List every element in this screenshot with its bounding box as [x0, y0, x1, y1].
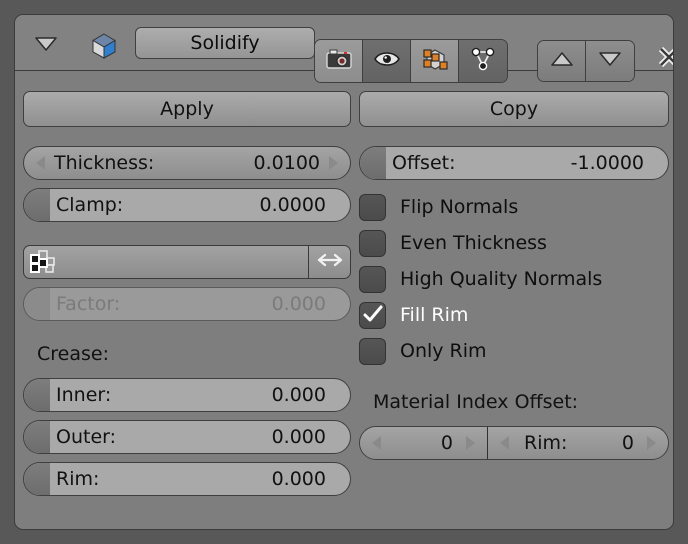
factor-label: Factor: — [56, 293, 120, 315]
material-rim-value: 0 — [622, 432, 634, 454]
left-column: Apply Thickness: 0.0100 Clamp: 0.0000 — [23, 71, 351, 496]
modifier-body: Apply Thickness: 0.0100 Clamp: 0.0000 — [15, 71, 673, 530]
material-index-offset-field[interactable]: 0 — [360, 427, 488, 459]
offset-slider-fill — [360, 147, 386, 179]
material-rim-label: Rim: — [524, 432, 567, 454]
vertex-group-field[interactable] — [23, 245, 309, 279]
modifier-panel: Solidify — [14, 14, 674, 530]
triangle-down-icon — [598, 50, 622, 72]
factor-value: 0.000 — [272, 293, 326, 315]
crease-outer-field[interactable]: Outer: 0.000 — [23, 420, 351, 454]
offset-value: -1.0000 — [571, 152, 644, 174]
flip-normals-row[interactable]: Flip Normals — [359, 189, 669, 225]
material-rim-offset-field[interactable]: Rim: 0 — [488, 427, 668, 459]
crease-inner-field[interactable]: Inner: 0.000 — [23, 378, 351, 412]
crease-inner-label: Inner: — [56, 384, 111, 406]
fill-rim-label: Fill Rim — [400, 304, 468, 326]
crease-outer-value: 0.000 — [272, 426, 326, 448]
thickness-label: Thickness: — [54, 152, 154, 174]
crease-rim-label: Rim: — [56, 468, 99, 490]
crease-rim-field[interactable]: Rim: 0.000 — [23, 462, 351, 496]
only-rim-row[interactable]: Only Rim — [359, 333, 669, 369]
factor-field: Factor: 0.000 — [23, 287, 351, 321]
copy-button[interactable]: Copy — [359, 91, 669, 127]
vertex-group-icon — [30, 250, 56, 274]
high-quality-normals-label: High Quality Normals — [400, 268, 602, 290]
crease-inner-slider-fill — [24, 379, 50, 411]
factor-slider-fill — [24, 288, 50, 320]
thickness-value: 0.0100 — [254, 152, 320, 174]
only-rim-label: Only Rim — [400, 340, 487, 362]
material-rim-increment-arrow[interactable] — [647, 436, 656, 450]
only-rim-checkbox[interactable] — [359, 338, 386, 365]
apply-button[interactable]: Apply — [23, 91, 351, 127]
clamp-label: Clamp: — [56, 194, 123, 216]
material-index-offset-label: Material Index Offset: — [359, 391, 669, 413]
material-index-increment-arrow[interactable] — [466, 436, 475, 450]
even-thickness-row[interactable]: Even Thickness — [359, 225, 669, 261]
modifier-header: Solidify — [15, 15, 673, 71]
clamp-slider-fill — [24, 189, 50, 221]
offset-field[interactable]: Offset: -1.0000 — [359, 146, 669, 180]
even-thickness-label: Even Thickness — [400, 232, 547, 254]
thickness-field[interactable]: Thickness: 0.0100 — [23, 146, 351, 180]
clamp-field[interactable]: Clamp: 0.0000 — [23, 188, 351, 222]
crease-rim-value: 0.000 — [272, 468, 326, 490]
thickness-decrement-arrow[interactable] — [36, 156, 45, 170]
triangle-up-icon — [550, 50, 574, 72]
modifier-name-text: Solidify — [190, 32, 259, 54]
crease-outer-slider-fill — [24, 421, 50, 453]
checkmark-icon — [362, 305, 384, 325]
left-right-arrow-icon — [317, 251, 343, 273]
modifier-name-field[interactable]: Solidify — [135, 27, 315, 59]
flip-normals-label: Flip Normals — [400, 196, 518, 218]
flip-normals-checkbox[interactable] — [359, 194, 386, 221]
modifier-cube-icon — [89, 31, 119, 61]
material-index-value: 0 — [441, 432, 453, 454]
material-index-offset-row: 0 Rim: 0 — [359, 426, 669, 460]
high-quality-normals-row[interactable]: High Quality Normals — [359, 261, 669, 297]
material-rim-decrement-arrow[interactable] — [500, 436, 509, 450]
clamp-value: 0.0000 — [260, 194, 326, 216]
offset-label: Offset: — [392, 152, 456, 174]
fill-rim-row[interactable]: Fill Rim — [359, 297, 669, 333]
eye-icon — [373, 49, 401, 73]
crease-rim-slider-fill — [24, 463, 50, 495]
material-index-decrement-arrow[interactable] — [372, 436, 381, 450]
panel-expand-icon[interactable] — [33, 33, 59, 53]
vertex-group-row — [23, 245, 351, 279]
crease-section-label: Crease: — [23, 343, 351, 365]
crease-inner-value: 0.000 — [272, 384, 326, 406]
checkbox-list: Flip Normals Even Thickness High Quality… — [359, 189, 669, 369]
vertex-group-invert-button[interactable] — [309, 245, 351, 279]
right-column: Copy Offset: -1.0000 Flip Normals Even T… — [359, 71, 669, 460]
even-thickness-checkbox[interactable] — [359, 230, 386, 257]
high-quality-normals-checkbox[interactable] — [359, 266, 386, 293]
fill-rim-checkbox[interactable] — [359, 302, 386, 329]
crease-outer-label: Outer: — [56, 426, 116, 448]
thickness-increment-arrow[interactable] — [329, 156, 338, 170]
